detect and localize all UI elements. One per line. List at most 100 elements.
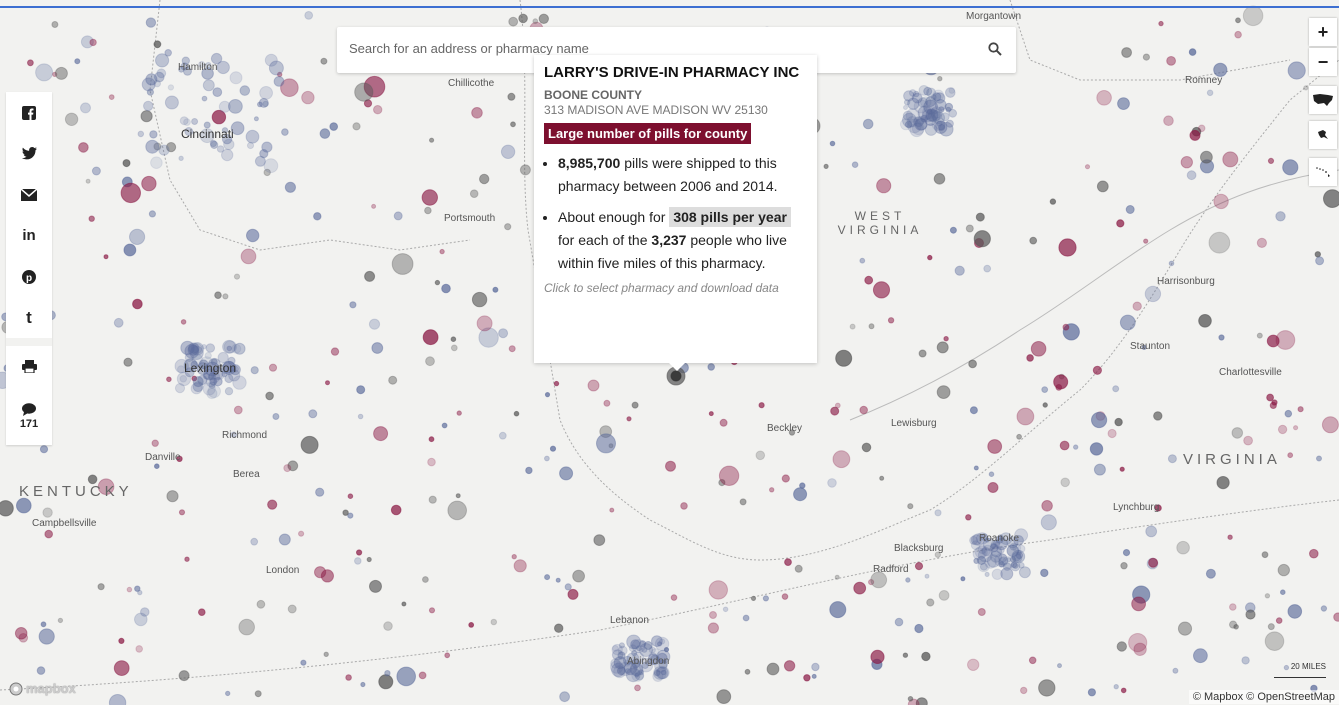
pharmacy-dot[interactable] [1058,238,1077,257]
pharmacy-dot[interactable] [205,343,216,353]
pharmacy-dot[interactable] [911,92,923,104]
pharmacy-dot[interactable] [1277,424,1288,435]
pharmacy-dot[interactable] [879,475,885,481]
pharmacy-dot[interactable] [74,58,81,65]
facebook-icon[interactable] [6,92,52,133]
pharmacy-dot[interactable] [1168,260,1175,267]
pharmacy-dot[interactable] [498,328,509,339]
pharmacy-dot[interactable] [204,351,212,360]
pharmacy-dot[interactable] [272,413,280,420]
pharmacy-dot[interactable] [781,593,789,600]
pharmacy-dot[interactable] [634,684,641,692]
pharmacy-dot[interactable] [439,248,445,255]
pharmacy-dot[interactable] [758,402,765,409]
pharmacy-dot[interactable] [862,118,874,130]
pharmacy-dot[interactable] [1040,514,1057,531]
pharmacy-dot[interactable] [141,77,156,92]
pharmacy-dot[interactable] [1213,193,1229,210]
pharmacy-dot[interactable] [298,530,305,537]
pharmacy-dot[interactable] [977,608,986,616]
pharmacy-dot[interactable] [51,21,59,28]
pharmacy-dot[interactable] [1243,435,1253,446]
pharmacy-dot[interactable] [510,121,516,128]
pharmacy-dot[interactable] [233,405,243,415]
pharmacy-dot[interactable] [670,370,682,382]
pharmacy-dot[interactable] [253,116,259,122]
pharmacy-dot[interactable] [366,556,372,563]
pharmacy-dot[interactable] [976,555,987,566]
pharmacy-dot[interactable] [708,411,714,417]
pharmacy-dot[interactable] [1114,417,1123,427]
pharmacy-dot[interactable] [354,82,374,102]
pharmacy-dot[interactable] [1020,686,1028,695]
pharmacy-dot[interactable] [1245,609,1256,620]
pharmacy-dot[interactable] [544,392,551,398]
pharmacy-dot[interactable] [555,577,561,583]
pharmacy-dot[interactable] [287,604,297,614]
zoom-in-button[interactable]: + [1309,18,1337,46]
pharmacy-dot[interactable] [1275,211,1286,222]
pharmacy-dot[interactable] [57,617,64,624]
pharmacy-dot[interactable] [145,139,160,154]
pharmacy-dot[interactable] [859,405,869,415]
tumblr-icon[interactable]: t [6,297,52,338]
pharmacy-dot[interactable] [492,286,499,293]
pharmacy-dot[interactable] [122,159,131,168]
pharmacy-dot[interactable] [1041,386,1049,394]
pharmacy-dot[interactable] [612,645,619,652]
pharmacy-dot[interactable] [64,112,79,127]
pharmacy-dot[interactable] [859,257,866,264]
pharmacy-dot[interactable] [1092,365,1103,375]
pharmacy-dot[interactable] [811,673,817,679]
pharmacy-dot[interactable] [384,670,391,677]
pharmacy-dot[interactable] [914,562,924,571]
pharmacy-dot[interactable] [1029,236,1038,245]
pharmacy-dot[interactable] [262,100,269,108]
pharmacy-dot[interactable] [178,155,184,162]
pharmacy-dot[interactable] [40,621,47,628]
pharmacy-dot[interactable] [834,574,840,580]
pharmacy-dot[interactable] [1282,159,1299,176]
pharmacy-dot[interactable] [1120,562,1128,570]
pharmacy-dot[interactable] [1116,641,1128,652]
pharmacy-dot[interactable] [1057,663,1062,669]
pharmacy-dot[interactable] [441,422,448,429]
pharmacy-dot[interactable] [201,95,208,102]
pharmacy-dot[interactable] [973,465,979,471]
pharmacy-dot[interactable] [229,71,243,85]
pharmacy-dot[interactable] [143,100,154,112]
pharmacy-dot[interactable] [250,366,259,375]
pharmacy-dot[interactable] [190,382,203,395]
pharmacy-dot[interactable] [975,212,985,222]
pharmacy-dot[interactable] [719,418,728,427]
pharmacy-dot[interactable] [853,581,867,595]
pharmacy-dot[interactable] [429,137,435,143]
pharmacy-dot[interactable] [660,669,667,676]
pharmacy-dot[interactable] [935,120,946,131]
pharmacy-dot[interactable] [1323,189,1339,208]
pharmacy-dot[interactable] [1166,56,1176,66]
pharmacy-dot[interactable] [1167,454,1177,464]
pharmacy-dot[interactable] [212,87,223,97]
pharmacy-dot[interactable] [1040,568,1049,578]
map-attribution[interactable]: © Mapbox © OpenStreetMap [1188,690,1339,704]
pharmacy-dot[interactable] [783,660,796,672]
pharmacy-dot[interactable] [1018,562,1025,569]
pharmacy-dot[interactable] [378,674,394,690]
pharmacy-dot[interactable] [864,275,874,285]
pharmacy-dot[interactable] [422,329,439,346]
pharmacy-dot[interactable] [108,94,115,100]
pharmacy-dot[interactable] [830,406,840,416]
pharmacy-dot[interactable] [1267,157,1275,164]
pharmacy-dot[interactable] [532,18,539,25]
pharmacy-dot[interactable] [36,666,46,675]
pharmacy-dot[interactable] [129,228,146,245]
pharmacy-dot[interactable] [1073,444,1079,450]
pharmacy-dot[interactable] [113,317,124,328]
pharmacy-dot[interactable] [85,178,91,184]
pharmacy-dot[interactable] [1144,285,1162,303]
pharmacy-dot[interactable] [1177,621,1193,636]
pharmacy-dot[interactable] [1119,466,1125,472]
pharmacy-dot[interactable] [357,413,364,420]
pharmacy-dot[interactable] [118,637,125,645]
